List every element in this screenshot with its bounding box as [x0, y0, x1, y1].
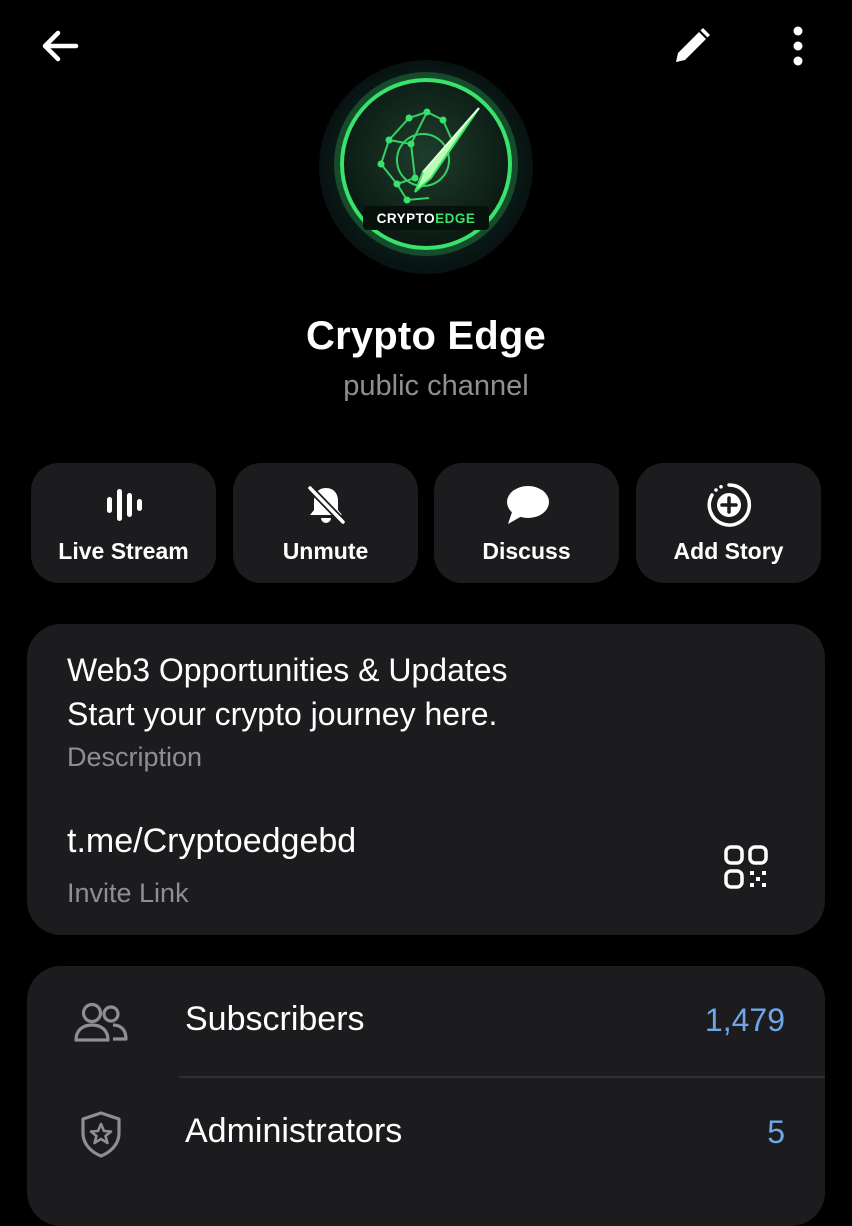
crypto-edge-logo: CRYPTOEDGE: [319, 60, 533, 274]
invite-link[interactable]: t.me/Cryptoedgebd: [67, 822, 356, 861]
back-button[interactable]: [28, 14, 92, 78]
more-vertical-icon: [793, 26, 803, 66]
discuss-label: Discuss: [482, 538, 571, 564]
description-text[interactable]: Web3 Opportunities & Updates Start your …: [67, 648, 767, 736]
people-icon: [74, 1002, 128, 1042]
add-story-button[interactable]: Add Story: [636, 463, 821, 583]
subscribers-row[interactable]: Subscribers 1,479: [27, 966, 825, 1078]
unmute-label: Unmute: [282, 538, 369, 564]
members-card: Subscribers 1,479 Administrators 5: [27, 966, 825, 1226]
info-card: Web3 Opportunities & Updates Start your …: [27, 624, 825, 935]
more-button[interactable]: [766, 14, 830, 78]
subscribers-label: Subscribers: [185, 1000, 365, 1038]
description-line: Start your crypto journey here.: [67, 696, 498, 732]
arrow-left-icon: [42, 30, 79, 62]
qr-code-icon: [724, 845, 768, 889]
unmute-button[interactable]: Unmute: [233, 463, 418, 583]
qr-code-button[interactable]: [711, 832, 781, 902]
live-stream-icon: [106, 489, 142, 521]
administrators-count: 5: [767, 1114, 785, 1150]
edit-button[interactable]: [660, 14, 724, 78]
administrators-row[interactable]: Administrators 5: [27, 1078, 825, 1190]
pencil-icon: [676, 28, 710, 62]
live-stream-label: Live Stream: [58, 538, 189, 564]
live-stream-button[interactable]: Live Stream: [31, 463, 216, 583]
add-story-label: Add Story: [673, 538, 784, 564]
description-label: Description: [67, 742, 203, 772]
channel-name: Crypto Edge: [306, 314, 546, 358]
add-story-icon: [707, 483, 751, 527]
administrators-label: Administrators: [185, 1112, 403, 1150]
subscribers-count: 1,479: [704, 1002, 785, 1038]
svg-text:CRYPTOEDGE: CRYPTOEDGE: [377, 211, 476, 226]
channel-avatar[interactable]: CRYPTOEDGE: [319, 60, 533, 274]
invite-link-label: Invite Link: [67, 878, 189, 908]
action-buttons: Live Stream Unmute Discuss Add Story: [31, 463, 821, 583]
bell-off-icon: [306, 485, 346, 525]
description-line: Web3 Opportunities & Updates: [67, 652, 508, 688]
shield-star-icon: [81, 1111, 121, 1158]
discuss-button[interactable]: Discuss: [434, 463, 619, 583]
chat-bubble-icon: [506, 486, 549, 524]
channel-type: public channel: [343, 370, 529, 402]
